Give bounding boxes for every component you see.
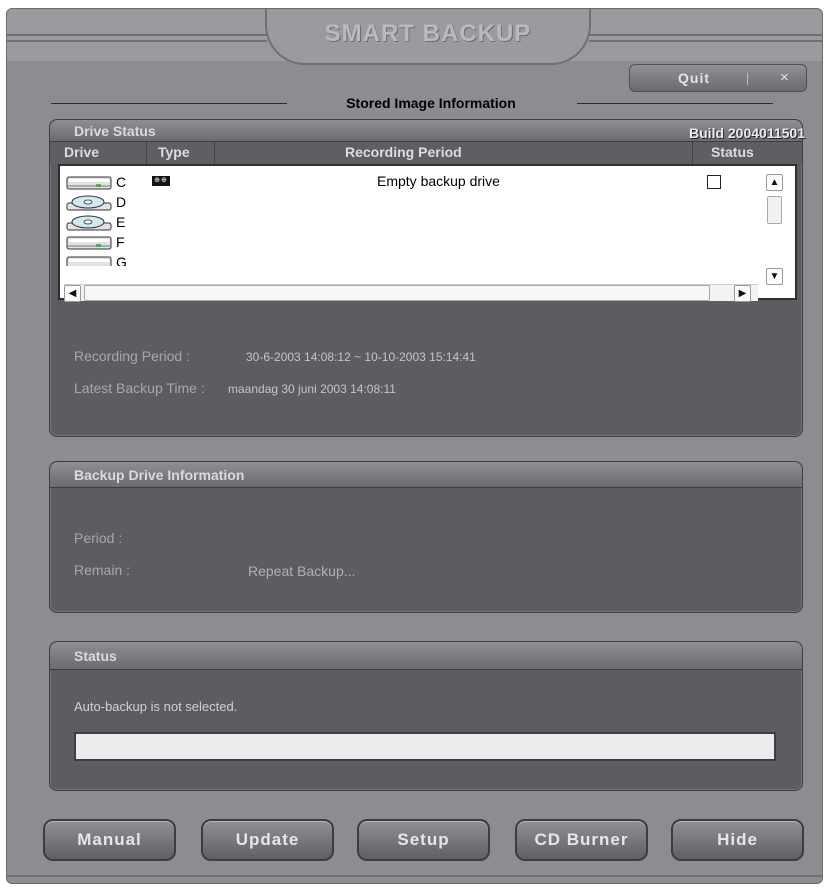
latest-backup-value: maandag 30 juni 2003 14:08:11	[228, 382, 396, 396]
column-recording-period[interactable]: Recording Period	[345, 144, 462, 160]
drive-row-f[interactable]: F	[64, 232, 184, 252]
drive-status-title: Drive Status	[74, 123, 156, 139]
drive-row-e[interactable]: E	[64, 212, 184, 232]
latest-backup-label: Latest Backup Time :	[74, 380, 205, 396]
bottom-divider	[7, 875, 822, 877]
vertical-scrollbar[interactable]: ▲ ▼	[764, 174, 785, 288]
status-message: Auto-backup is not selected.	[74, 699, 238, 714]
manual-button[interactable]: Manual	[43, 819, 176, 861]
backup-drive-info-panel: Backup Drive Information Period : Remain…	[49, 461, 803, 613]
column-drive[interactable]: Drive	[64, 144, 99, 160]
backup-drive-info-header: Backup Drive Information	[50, 462, 802, 488]
cd-rom-icon	[66, 195, 112, 211]
recording-period-value: 30-6-2003 14:08:12 ~ 10-10-2003 15:14:41	[246, 350, 476, 364]
title-divider-right-2	[589, 40, 822, 42]
drive-list[interactable]: C D E F G ⊕⊕ Empty backup drive ▲ ▼ ◀ ▶	[58, 164, 797, 302]
column-type[interactable]: Type	[158, 144, 190, 160]
chevron-left-icon[interactable]: ◀	[64, 285, 81, 302]
backup-progress-bar	[74, 732, 776, 761]
update-button[interactable]: Update	[201, 819, 334, 861]
remain-label: Remain :	[74, 562, 131, 578]
hard-disk-icon	[66, 236, 112, 250]
drive-letter: D	[116, 194, 127, 210]
hard-disk-icon	[66, 256, 112, 266]
recording-period-label: Recording Period :	[74, 348, 190, 364]
scroll-thumb[interactable]	[84, 285, 710, 301]
section-heading: Stored Image Information	[346, 95, 516, 111]
smart-backup-window: SMART BACKUP Quit × Stored Image Informa…	[6, 8, 823, 884]
build-label: Build 2004011501	[689, 125, 805, 141]
column-separator	[146, 142, 147, 164]
drive-letter: E	[116, 214, 126, 230]
scroll-thumb[interactable]	[767, 196, 782, 224]
title-divider-left-2	[7, 40, 267, 42]
drive-table-header: Drive Type Recording Period Status	[50, 142, 802, 164]
chevron-up-icon[interactable]: ▲	[766, 174, 783, 191]
chevron-right-icon[interactable]: ▶	[734, 285, 751, 302]
horizontal-scrollbar[interactable]: ◀ ▶	[64, 284, 758, 302]
drive-row-d[interactable]: D	[64, 192, 184, 212]
drive-row-g[interactable]: G	[64, 252, 184, 266]
drive-letter: G	[116, 254, 127, 266]
column-separator	[692, 142, 693, 164]
status-header: Status	[50, 642, 802, 670]
hide-button[interactable]: Hide	[671, 819, 804, 861]
cd-burner-button[interactable]: CD Burner	[515, 819, 648, 861]
drive-status-header: Drive Status Build 2004011501	[50, 120, 805, 142]
cd-rom-icon	[66, 215, 112, 231]
title-divider-right	[589, 34, 822, 36]
status-checkbox[interactable]	[707, 175, 721, 189]
chevron-down-icon[interactable]: ▼	[766, 268, 783, 285]
repeat-backup-text: Repeat Backup...	[248, 563, 356, 579]
status-panel: Status Auto-backup is not selected.	[49, 641, 803, 791]
drive-letter: C	[116, 174, 127, 190]
drive-letter: F	[116, 234, 125, 250]
title-divider-left	[7, 34, 267, 36]
drive-status-panel: Drive Status Build 2004011501 Drive Type…	[49, 119, 805, 437]
quit-button[interactable]: Quit ×	[629, 64, 807, 92]
recording-period-cell: Empty backup drive	[377, 173, 500, 189]
tape-type-icon: ⊕⊕	[152, 176, 170, 186]
column-separator	[214, 142, 215, 164]
setup-button[interactable]: Setup	[357, 819, 490, 861]
app-title: SMART BACKUP	[324, 20, 532, 47]
quit-label: Quit	[678, 70, 710, 86]
close-icon[interactable]: ×	[780, 69, 789, 86]
hard-disk-icon	[66, 176, 112, 190]
heading-line-left	[51, 103, 287, 104]
quit-separator	[747, 73, 748, 85]
heading-line-right	[577, 103, 773, 104]
period-label: Period :	[74, 530, 123, 546]
column-status[interactable]: Status	[711, 144, 754, 160]
